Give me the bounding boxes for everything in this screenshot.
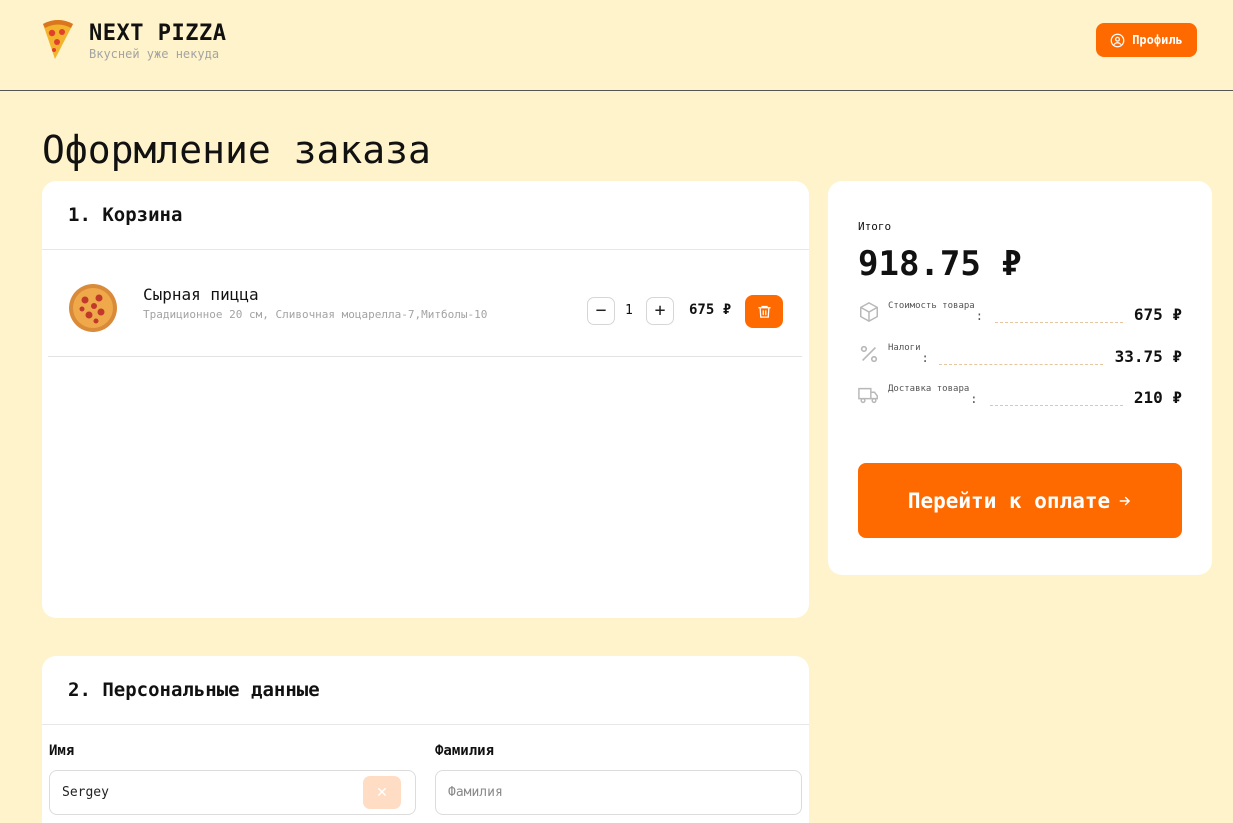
pizza-image — [69, 284, 117, 332]
last-name-label: Фамилия — [435, 743, 495, 759]
package-icon — [860, 301, 878, 323]
quantity-value: 1 — [625, 303, 633, 318]
profile-button-label: Профиль — [1132, 33, 1183, 47]
summary-row-label: Налоги — [888, 343, 921, 353]
delete-item-button[interactable] — [745, 295, 783, 328]
user-circle-icon — [1110, 33, 1125, 47]
summary-row-value: 210 ₽ — [1133, 388, 1182, 407]
summary-row-value: 33.75 ₽ — [1114, 347, 1182, 366]
arrow-right-icon — [1119, 496, 1131, 505]
brand-subtitle: Вкусней уже некуда — [89, 47, 220, 61]
order-summary-card: Итого 918.75 ₽ Стоимость товара: 675 ₽ Н… — [828, 181, 1212, 575]
site-header: NEXT PIZZA Вкусней уже некуда Профиль — [0, 0, 1233, 91]
pay-button-label: Перейти к оплате — [907, 488, 1111, 513]
summary-row-goods: Стоимость товара: 675 ₽ — [858, 301, 1182, 331]
percent-icon — [860, 345, 878, 363]
cart-item: Сырная пицца Традиционное 20 см, Сливочн… — [48, 251, 802, 357]
item-description: Традиционное 20 см, Сливочная моцарелла-… — [143, 308, 488, 321]
item-name: Сырная пицца — [143, 285, 259, 304]
first-name-input[interactable] — [49, 770, 416, 815]
cart-heading: 1. Корзина — [42, 181, 809, 250]
clear-first-name-button[interactable]: ✕ — [363, 776, 401, 809]
summary-row-value: 675 ₽ — [1133, 305, 1182, 324]
quantity-increase-button[interactable]: + — [646, 297, 674, 325]
item-price: 675 ₽ — [689, 302, 732, 318]
first-name-label: Имя — [49, 743, 75, 759]
truck-icon — [858, 387, 878, 404]
pizza-logo-icon[interactable] — [41, 18, 75, 60]
trash-icon — [757, 305, 771, 318]
summary-row-delivery: Доставка товара: 210 ₽ — [858, 384, 1182, 414]
summary-row-label: Стоимость товара — [888, 301, 975, 311]
page-title: Оформление заказа — [42, 128, 431, 172]
personal-data-card: 2. Персональные данные Имя ✕ Фамилия — [42, 656, 809, 823]
dotted-leader — [995, 322, 1123, 323]
dotted-leader — [990, 405, 1123, 406]
cart-card: 1. Корзина Сырная пицца Традиционное 20 … — [42, 181, 809, 618]
total-label: Итого — [858, 220, 892, 233]
personal-data-heading: 2. Персональные данные — [42, 656, 809, 725]
summary-row-taxes: Налоги: 33.75 ₽ — [858, 343, 1182, 373]
quantity-decrease-button[interactable]: − — [587, 297, 615, 325]
summary-row-label: Доставка товара — [888, 384, 970, 394]
profile-button[interactable]: Профиль — [1096, 23, 1197, 57]
dotted-leader — [939, 364, 1103, 365]
last-name-input[interactable] — [435, 770, 802, 815]
proceed-to-payment-button[interactable]: Перейти к оплате — [858, 463, 1182, 538]
total-value: 918.75 ₽ — [858, 244, 1022, 284]
brand-title[interactable]: NEXT PIZZA — [89, 21, 226, 46]
